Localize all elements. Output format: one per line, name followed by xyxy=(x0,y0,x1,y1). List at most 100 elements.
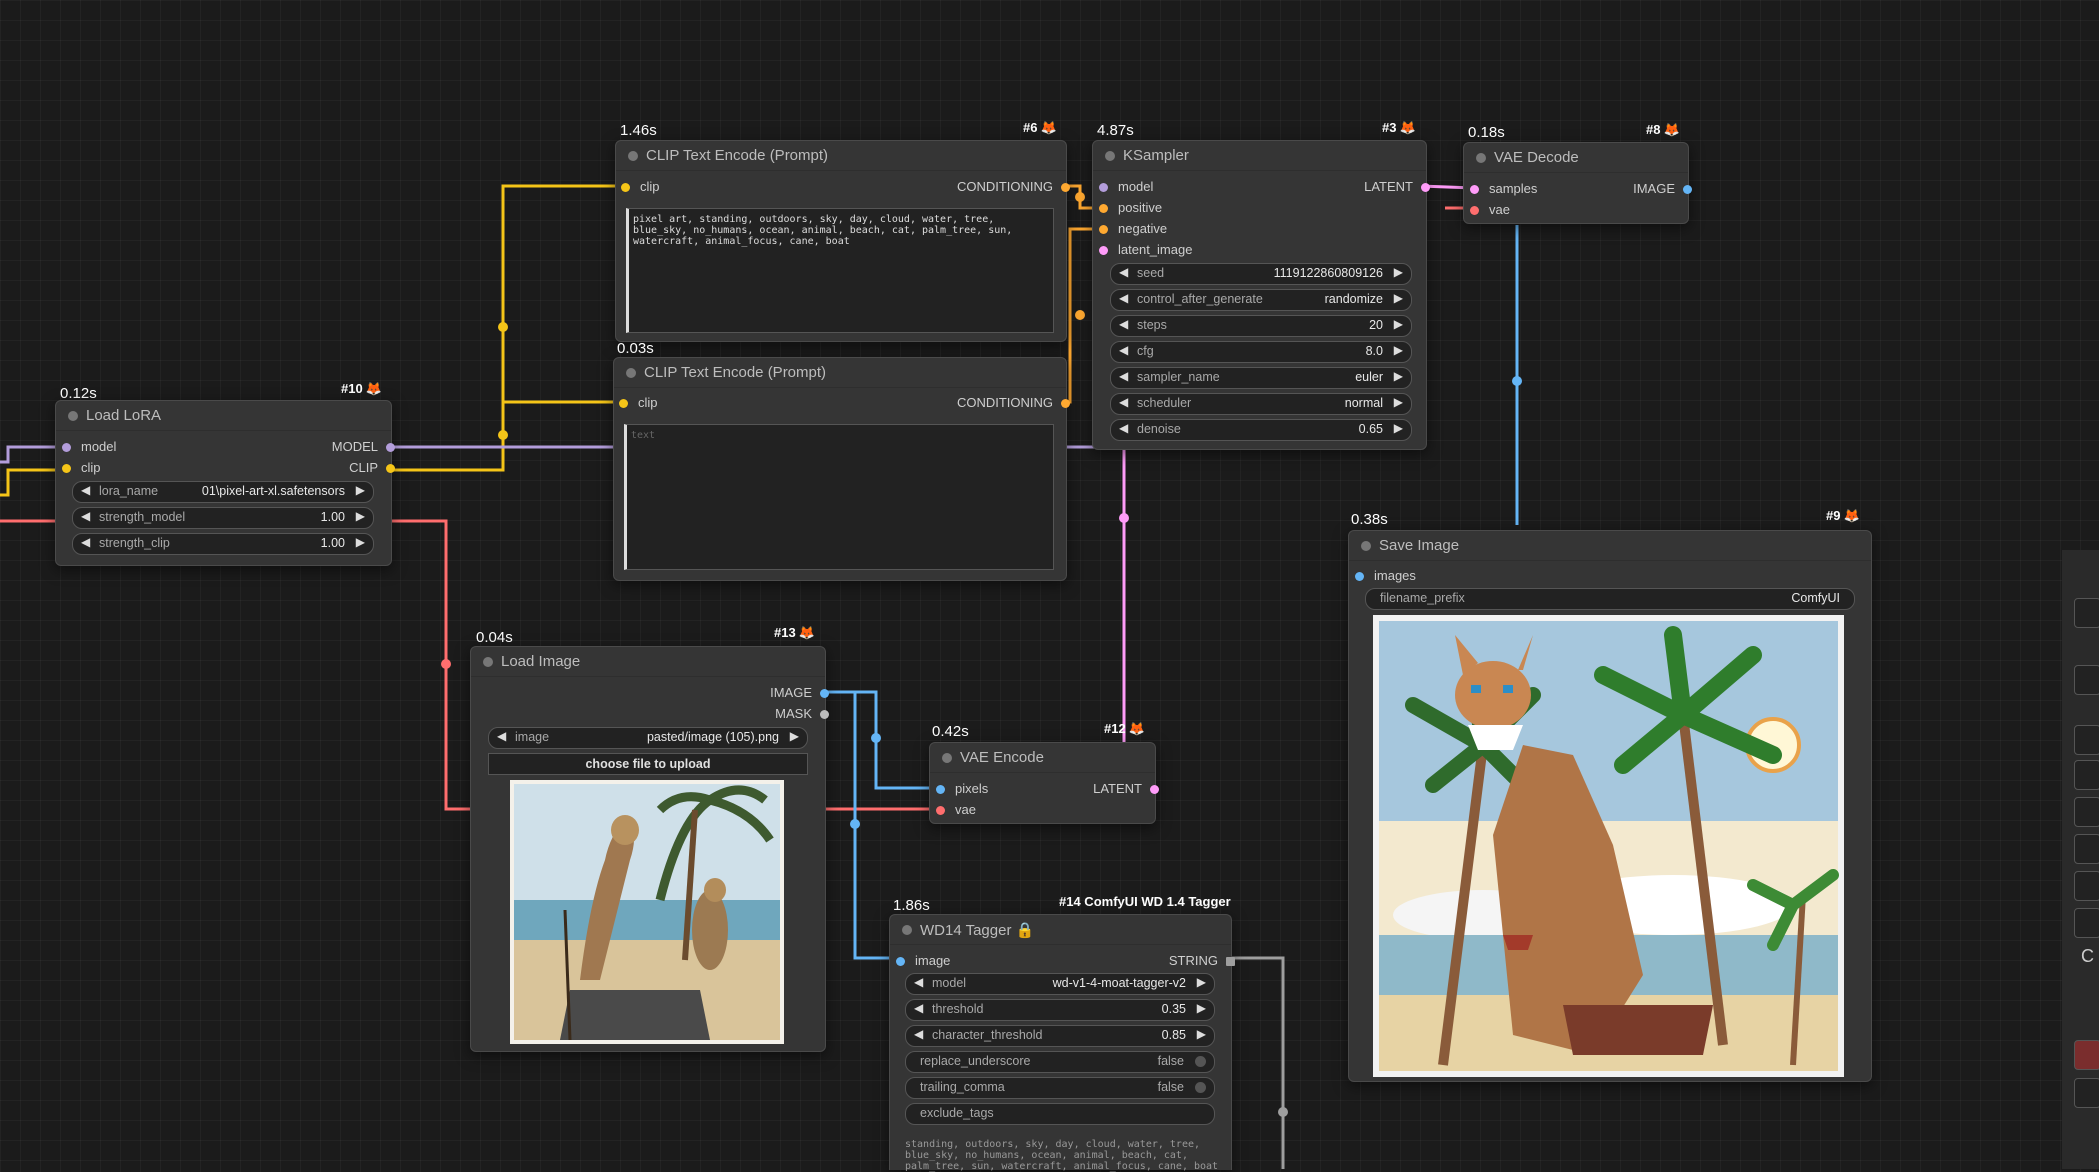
input-slot-images[interactable]: images xyxy=(1355,568,1416,584)
collapse-icon[interactable] xyxy=(628,151,638,161)
decrement-arrow-icon[interactable]: ◀ xyxy=(81,509,90,523)
output-slot-mask[interactable]: MASK xyxy=(775,706,829,722)
collapse-icon[interactable] xyxy=(942,753,952,763)
widget-control-after-generate[interactable]: ◀ control_after_generate randomize ▶ xyxy=(1110,289,1412,311)
decrement-arrow-icon[interactable]: ◀ xyxy=(1119,291,1128,305)
collapse-icon[interactable] xyxy=(626,368,636,378)
input-slot-latent-image[interactable]: latent_image xyxy=(1099,242,1192,258)
node-header[interactable]: Load Image xyxy=(471,647,825,677)
widget-model[interactable]: ◀ model wd-v1-4-moat-tagger-v2 ▶ xyxy=(905,973,1215,995)
output-slot-string[interactable]: STRING xyxy=(1169,953,1235,969)
increment-arrow-icon[interactable]: ▶ xyxy=(1394,395,1403,409)
decrement-arrow-icon[interactable]: ◀ xyxy=(81,483,90,497)
prompt-textarea[interactable]: text xyxy=(624,424,1054,570)
decrement-arrow-icon[interactable]: ◀ xyxy=(1119,421,1128,435)
increment-arrow-icon[interactable]: ▶ xyxy=(1394,265,1403,279)
panel-button[interactable] xyxy=(2074,725,2099,755)
decrement-arrow-icon[interactable]: ◀ xyxy=(81,535,90,549)
decrement-arrow-icon[interactable]: ◀ xyxy=(914,1027,923,1041)
input-slot-vae[interactable]: vae xyxy=(936,802,976,818)
panel-button[interactable] xyxy=(2074,665,2099,695)
node-header[interactable]: Save Image xyxy=(1349,531,1871,561)
widget-strength-model[interactable]: ◀ strength_model 1.00 ▶ xyxy=(72,507,374,529)
increment-arrow-icon[interactable]: ▶ xyxy=(356,535,365,549)
collapse-icon[interactable] xyxy=(68,411,78,421)
increment-arrow-icon[interactable]: ▶ xyxy=(1197,1001,1206,1015)
panel-button[interactable] xyxy=(2074,908,2099,938)
collapse-icon[interactable] xyxy=(902,925,912,935)
increment-arrow-icon[interactable]: ▶ xyxy=(1394,291,1403,305)
decrement-arrow-icon[interactable]: ◀ xyxy=(1119,265,1128,279)
clip-text-encode-positive-node[interactable]: CLIP Text Encode (Prompt) clip CONDITION… xyxy=(615,140,1070,342)
decrement-arrow-icon[interactable]: ◀ xyxy=(1119,343,1128,357)
node-header[interactable]: CLIP Text Encode (Prompt) xyxy=(614,358,1066,388)
decrement-arrow-icon[interactable]: ◀ xyxy=(497,729,506,743)
vae-decode-node[interactable]: VAE Decode samples vae IMAGE xyxy=(1463,142,1692,224)
output-slot-image[interactable]: IMAGE xyxy=(770,685,829,701)
widget-steps[interactable]: ◀ steps 20 ▶ xyxy=(1110,315,1412,337)
output-slot-conditioning[interactable]: CONDITIONING xyxy=(957,179,1070,195)
decrement-arrow-icon[interactable]: ◀ xyxy=(1119,317,1128,331)
text-exclude-tags[interactable]: exclude_tags xyxy=(905,1103,1215,1125)
increment-arrow-icon[interactable]: ▶ xyxy=(1394,421,1403,435)
output-slot-model[interactable]: MODEL xyxy=(332,439,395,455)
output-slot-image[interactable]: IMAGE xyxy=(1633,181,1692,197)
panel-button[interactable] xyxy=(2074,1078,2099,1108)
panel-button[interactable] xyxy=(2074,760,2099,790)
increment-arrow-icon[interactable]: ▶ xyxy=(1197,1027,1206,1041)
prompt-textarea[interactable]: pixel art, standing, outdoors, sky, day,… xyxy=(626,208,1054,333)
collapse-icon[interactable] xyxy=(1105,151,1115,161)
node-header[interactable]: CLIP Text Encode (Prompt) xyxy=(616,141,1066,171)
widget-seed[interactable]: ◀ seed 1119122860809126 ▶ xyxy=(1110,263,1412,285)
widget-threshold[interactable]: ◀ threshold 0.35 ▶ xyxy=(905,999,1215,1021)
increment-arrow-icon[interactable]: ▶ xyxy=(1394,343,1403,357)
output-slot-latent[interactable]: LATENT xyxy=(1093,781,1159,797)
wd14-tagger-node[interactable]: WD14 Tagger 🔒 image STRING ◀ model wd-v1-4… xyxy=(889,914,1235,1172)
panel-button-red[interactable] xyxy=(2074,1040,2099,1070)
toggle-trailing-comma[interactable]: trailing_comma false xyxy=(905,1077,1215,1099)
vae-encode-node[interactable]: VAE Encode pixels vae LATENT xyxy=(929,742,1159,824)
save-image-node[interactable]: Save Image images filename_prefix ComfyUI xyxy=(1348,530,1872,1082)
increment-arrow-icon[interactable]: ▶ xyxy=(1394,317,1403,331)
node-header[interactable]: VAE Encode xyxy=(930,743,1155,773)
increment-arrow-icon[interactable]: ▶ xyxy=(356,483,365,497)
ksampler-node[interactable]: KSampler model positive negative latent_… xyxy=(1092,140,1430,450)
input-slot-clip[interactable]: clip xyxy=(62,460,101,476)
input-slot-clip[interactable]: clip xyxy=(621,179,660,195)
widget-denoise[interactable]: ◀ denoise 0.65 ▶ xyxy=(1110,419,1412,441)
node-header[interactable]: WD14 Tagger 🔒 xyxy=(890,915,1231,945)
toggle-knob[interactable] xyxy=(1195,1056,1206,1067)
input-slot-positive[interactable]: positive xyxy=(1099,200,1162,216)
widget-character-threshold[interactable]: ◀ character_threshold 0.85 ▶ xyxy=(905,1025,1215,1047)
widget-image[interactable]: ◀ image pasted/image (105).png ▶ xyxy=(488,727,808,749)
panel-button[interactable] xyxy=(2074,797,2099,827)
widget-cfg[interactable]: ◀ cfg 8.0 ▶ xyxy=(1110,341,1412,363)
panel-button[interactable] xyxy=(2074,871,2099,901)
increment-arrow-icon[interactable]: ▶ xyxy=(1197,975,1206,989)
decrement-arrow-icon[interactable]: ◀ xyxy=(1119,369,1128,383)
load-image-node[interactable]: Load Image IMAGE MASK ◀ image pasted/image… xyxy=(470,646,829,1052)
input-slot-samples[interactable]: samples xyxy=(1470,181,1537,197)
collapse-icon[interactable] xyxy=(1361,541,1371,551)
collapse-icon[interactable] xyxy=(483,657,493,667)
node-header[interactable]: VAE Decode xyxy=(1464,143,1688,173)
input-slot-pixels[interactable]: pixels xyxy=(936,781,988,797)
input-slot-clip[interactable]: clip xyxy=(619,395,658,411)
load-lora-node[interactable]: Load LoRA model clip MODEL CLIP ◀ lora_na… xyxy=(55,400,395,566)
node-header[interactable]: KSampler xyxy=(1093,141,1426,171)
increment-arrow-icon[interactable]: ▶ xyxy=(356,509,365,523)
widget-strength-clip[interactable]: ◀ strength_clip 1.00 ▶ xyxy=(72,533,374,555)
toggle-knob[interactable] xyxy=(1195,1082,1206,1093)
output-slot-conditioning[interactable]: CONDITIONING xyxy=(957,395,1070,411)
output-slot-clip[interactable]: CLIP xyxy=(349,460,395,476)
decrement-arrow-icon[interactable]: ◀ xyxy=(1119,395,1128,409)
panel-button[interactable] xyxy=(2074,834,2099,864)
collapse-icon[interactable] xyxy=(1476,153,1486,163)
input-slot-model[interactable]: model xyxy=(62,439,116,455)
decrement-arrow-icon[interactable]: ◀ xyxy=(914,1001,923,1015)
choose-file-button[interactable]: choose file to upload xyxy=(488,753,808,775)
node-header[interactable]: Load LoRA xyxy=(56,401,391,431)
clip-text-encode-negative-node[interactable]: CLIP Text Encode (Prompt) clip CONDITION… xyxy=(613,357,1070,581)
input-slot-vae[interactable]: vae xyxy=(1470,202,1510,218)
widget-lora-name[interactable]: ◀ lora_name 01\pixel-art-xl.safetensors ▶ xyxy=(72,481,374,503)
